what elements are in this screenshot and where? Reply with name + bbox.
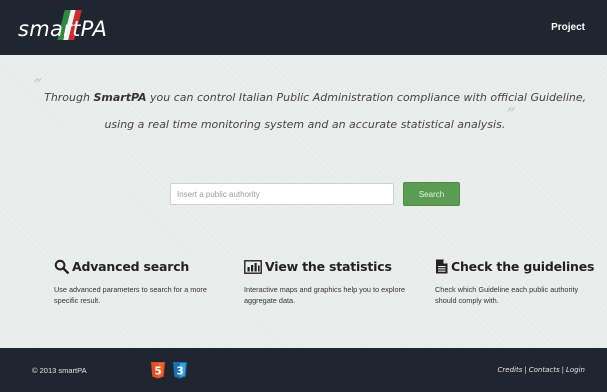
quote-brand: SmartPA [93,91,147,104]
css3-badge-number: 3 [176,365,183,377]
feature-title-text: View the statistics [265,259,392,274]
site-logo[interactable]: smartPA [18,9,108,41]
open-quote-icon: ″ [33,76,43,101]
feature-title: Advanced search [54,259,219,274]
feature-title: View the statistics [244,259,409,274]
html5-badge-number: 5 [154,365,161,377]
feature-advanced-search: Advanced search Use advanced parameters … [54,259,219,306]
copyright-text: © 2013 smartPA [32,365,87,375]
html5-icon: 5 [151,361,165,378]
search-icon [54,259,69,274]
navbar: smartPA Project [0,0,607,55]
footer: © 2013 smartPA 5 3 Credits | Contacts | Logi… [0,348,607,392]
contacts-link[interactable]: Contacts [529,366,560,374]
tech-badges: 5 3 [151,361,187,379]
bar-chart-icon [244,259,262,274]
logo-text: smartPA [18,16,108,41]
close-quote-icon: ″ [507,105,516,130]
feature-description: Use advanced parameters to search for a … [54,285,207,305]
hero-quote: ″ Through SmartPA you can control Italian… [30,77,590,137]
feature-title-text: Check the guidelines [451,259,595,274]
feature-description: Check which Guideline each public author… [435,285,579,305]
feature-view-statistics: View the statistics Interactive maps and… [244,259,409,306]
feature-title: Check the guidelines [435,259,600,274]
footer-links: Credits | Contacts | Login [498,366,585,374]
quote-text-before: Through [44,91,94,104]
credits-link[interactable]: Credits [498,366,523,374]
feature-check-guidelines: Check the guidelines Check which Guideli… [435,259,600,306]
feature-description: Interactive maps and graphics help you t… [244,285,406,305]
login-link[interactable]: Login [566,366,585,374]
link-separator: | [524,366,527,374]
feature-title-text: Advanced search [72,259,190,274]
search-form: Search [170,182,460,206]
css3-icon: 3 [173,361,187,378]
search-input[interactable] [170,183,394,205]
main-content: ″ Through SmartPA you can control Italian… [0,55,607,348]
link-separator: | [561,366,564,374]
nav-project-link[interactable]: Project [551,22,585,33]
document-icon [436,259,448,274]
search-button[interactable]: Search [403,182,460,206]
